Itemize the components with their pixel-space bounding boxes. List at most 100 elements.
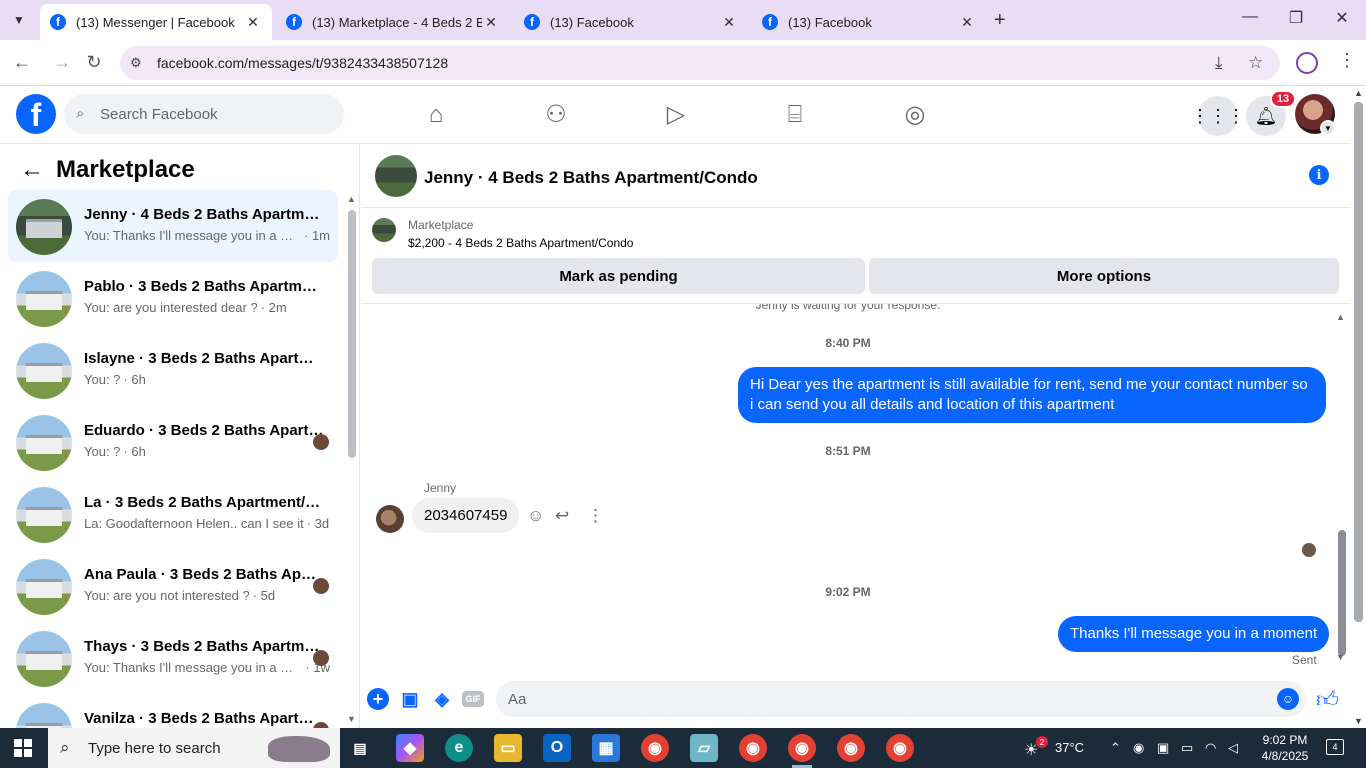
site-settings-icon[interactable]: ⚙: [130, 55, 142, 71]
video-icon[interactable]: ▷: [661, 100, 691, 130]
sticker-icon[interactable]: ◈: [431, 688, 453, 710]
outgoing-message[interactable]: Thanks I'll message you in a moment: [1058, 616, 1330, 652]
sender-avatar[interactable]: [376, 505, 404, 533]
conversation-item[interactable]: Jenny · 4 Beds 2 Baths Apartment/Condo Y…: [8, 190, 338, 262]
reply-icon[interactable]: ↩: [555, 506, 569, 526]
search-input[interactable]: [100, 94, 330, 134]
tab-facebook-1[interactable]: f (13) Facebook ✕: [514, 4, 748, 40]
wifi-icon[interactable]: ◠: [1205, 740, 1216, 756]
listing-thumbnail[interactable]: [372, 218, 396, 242]
conversation-item[interactable]: Ana Paula · 3 Beds 2 Baths Apartment/Con…: [8, 550, 338, 622]
scrollbar-thumb[interactable]: [348, 210, 356, 458]
emoji-icon[interactable]: ☺: [1277, 688, 1299, 710]
chat-avatar[interactable]: [375, 155, 417, 197]
chat-title[interactable]: Jenny · 4 Beds 2 Baths Apartment/Condo: [424, 168, 758, 188]
new-tab-icon[interactable]: +: [994, 9, 1006, 32]
meet-icon[interactable]: ▣: [1157, 740, 1169, 756]
menu-grid-icon[interactable]: ⋮⋮⋮: [1191, 96, 1245, 136]
conversation-item[interactable]: La · 3 Beds 2 Baths Apartment/Condo La: …: [8, 478, 338, 550]
chrome-active-icon[interactable]: ◉: [788, 734, 816, 762]
battery-icon[interactable]: ▭: [1181, 740, 1193, 756]
gif-icon[interactable]: GIF: [462, 691, 484, 707]
reload-icon[interactable]: ↻: [82, 52, 106, 73]
groups-icon[interactable]: ◎: [900, 100, 930, 130]
browser-profile-icon[interactable]: [1296, 52, 1318, 74]
close-tab-icon[interactable]: ✕: [720, 14, 738, 31]
scroll-down-icon[interactable]: ▼: [347, 714, 356, 724]
chevron-down-icon[interactable]: ▼: [1320, 120, 1336, 136]
scrollbar-thumb[interactable]: [1338, 530, 1346, 656]
taskbar-search-text[interactable]: Type here to search: [88, 740, 221, 757]
chrome-profile-icon[interactable]: ◉: [739, 734, 767, 762]
scrollbar-thumb[interactable]: [1354, 102, 1363, 622]
home-icon[interactable]: ⌂: [421, 100, 451, 130]
listing-price[interactable]: $2,200 - 4 Beds 2 Baths Apartment/Condo: [408, 236, 633, 250]
volume-icon[interactable]: ◁: [1228, 740, 1238, 756]
more-actions-icon[interactable]: ⋮: [587, 506, 604, 526]
weather-temperature[interactable]: 37°C: [1055, 740, 1084, 755]
windows-start-icon[interactable]: [14, 739, 32, 757]
url-text[interactable]: facebook.com/messages/t/9382433438507128: [157, 55, 448, 71]
facebook-search[interactable]: ⌕: [64, 94, 344, 134]
notes-app-icon[interactable]: ▱: [690, 734, 718, 762]
react-emoji-icon[interactable]: ☺: [527, 506, 544, 526]
copilot-icon[interactable]: ◆: [396, 734, 424, 762]
conversation-item[interactable]: Pablo · 3 Beds 2 Baths Apartment/Condo Y…: [8, 262, 338, 334]
file-explorer-icon[interactable]: ▭: [494, 734, 522, 762]
taskbar-search[interactable]: ⌕ Type here to search: [48, 728, 340, 768]
thread-scrollbar[interactable]: ▲ ▼: [1336, 312, 1346, 662]
message-input-box[interactable]: ☺: [496, 681, 1306, 717]
tab-facebook-2[interactable]: f (13) Facebook ✕: [752, 4, 986, 40]
install-app-icon[interactable]: ⤓: [1215, 53, 1223, 73]
outgoing-message[interactable]: Hi Dear yes the apartment is still avail…: [738, 367, 1326, 423]
chrome-profile-3-icon[interactable]: ◉: [886, 734, 914, 762]
close-tab-icon[interactable]: ✕: [244, 14, 262, 31]
chrome-profile-2-icon[interactable]: ◉: [837, 734, 865, 762]
conversation-item[interactable]: Eduardo · 3 Beds 2 Baths Apartment/Condo…: [8, 406, 338, 478]
more-options-button[interactable]: More options: [869, 258, 1339, 294]
facebook-logo-icon[interactable]: f: [16, 94, 56, 134]
conversation-item[interactable]: Islayne · 3 Beds 2 Baths Apartment/Condo…: [8, 334, 338, 406]
browser-menu-icon[interactable]: ⋮: [1338, 50, 1356, 71]
show-hidden-icons-icon[interactable]: ⌃: [1110, 740, 1121, 756]
tab-messenger[interactable]: f (13) Messenger | Facebook ✕: [40, 4, 272, 40]
page-scrollbar[interactable]: ▲ ▼: [1351, 86, 1366, 728]
chrome-icon[interactable]: ◉: [641, 734, 669, 762]
task-view-icon[interactable]: ▤: [346, 734, 374, 762]
minimize-icon[interactable]: —: [1238, 8, 1262, 26]
conversation-item[interactable]: Thays · 3 Beds 2 Baths Apartment/Condo Y…: [8, 622, 338, 694]
info-icon[interactable]: i: [1309, 165, 1329, 185]
message-input[interactable]: [508, 681, 1248, 717]
restore-icon[interactable]: ❐: [1284, 8, 1308, 28]
omnibox[interactable]: ⚙ facebook.com/messages/t/93824334385071…: [120, 46, 1280, 80]
incoming-message[interactable]: 2034607459: [412, 498, 520, 533]
attach-photo-icon[interactable]: ▣: [399, 688, 421, 710]
conversation-scrollbar[interactable]: ▲ ▼: [346, 194, 356, 724]
outlook-icon[interactable]: O: [543, 734, 571, 762]
edge-browser-icon[interactable]: e: [445, 734, 473, 762]
friends-icon[interactable]: ⚇: [541, 100, 571, 130]
plus-actions-icon[interactable]: +: [367, 688, 389, 710]
forward-icon[interactable]: →: [50, 52, 74, 73]
back-arrow-icon[interactable]: ←: [20, 156, 44, 184]
tab-search-chevron-icon[interactable]: ▼: [6, 8, 32, 32]
close-tab-icon[interactable]: ✕: [482, 14, 500, 31]
close-window-icon[interactable]: ✕: [1330, 8, 1354, 28]
close-tab-icon[interactable]: ✕: [958, 14, 976, 31]
back-icon[interactable]: ←: [10, 52, 34, 73]
taskbar-clock[interactable]: 9:02 PM 4/8/2025: [1254, 732, 1316, 764]
thumbs-up-icon[interactable]: 👍︎: [1316, 686, 1339, 713]
scroll-up-icon[interactable]: ▲: [1336, 312, 1345, 322]
marketplace-icon[interactable]: ⌸: [780, 100, 810, 130]
bookmark-star-icon[interactable]: ☆: [1248, 53, 1263, 73]
tab-marketplace[interactable]: f (13) Marketplace - 4 Beds 2 Bath ✕: [276, 4, 510, 40]
scroll-down-icon[interactable]: ▼: [1354, 716, 1363, 726]
mark-as-pending-button[interactable]: Mark as pending: [372, 258, 865, 294]
record-icon[interactable]: ◉: [1133, 740, 1144, 756]
scroll-up-icon[interactable]: ▲: [347, 194, 356, 204]
notification-center-icon[interactable]: 4: [1326, 739, 1344, 755]
conversation-item[interactable]: Vanilza · 3 Beds 2 Baths Apartment/Condo: [8, 694, 338, 728]
scroll-up-icon[interactable]: ▲: [1354, 88, 1363, 98]
scroll-down-icon[interactable]: ▼: [1336, 652, 1345, 662]
store-icon[interactable]: ▦: [592, 734, 620, 762]
